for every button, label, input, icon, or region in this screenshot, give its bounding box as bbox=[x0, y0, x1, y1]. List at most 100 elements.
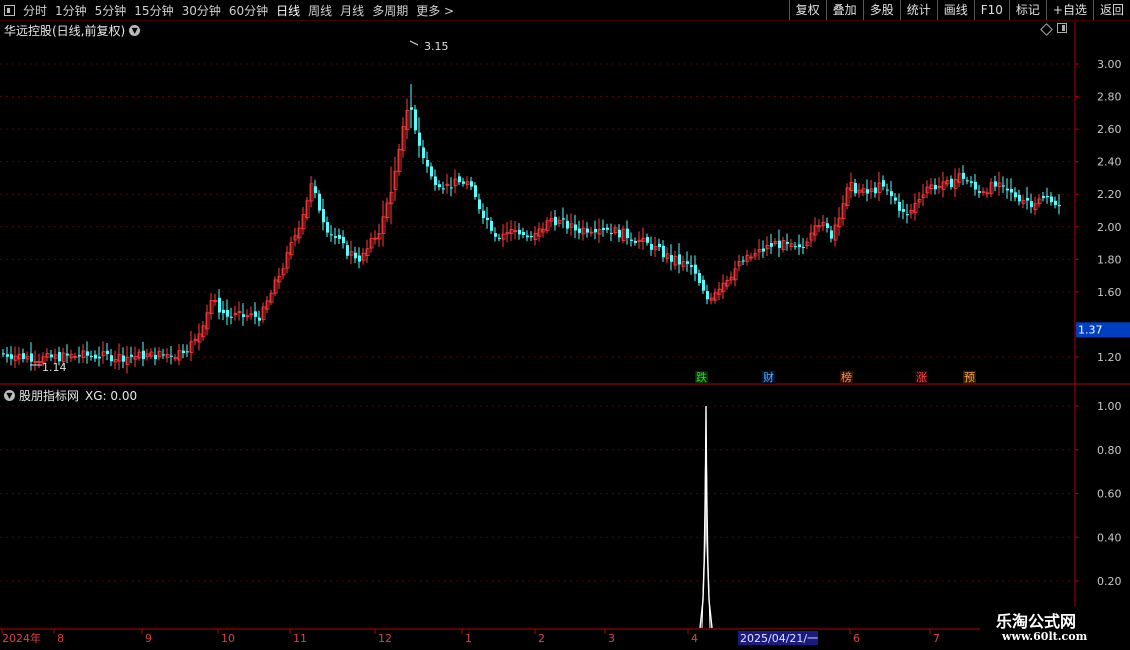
candle-body bbox=[690, 265, 693, 267]
candle-body bbox=[314, 186, 317, 194]
y-tick-label: 1.80 bbox=[1097, 253, 1122, 266]
candle-body bbox=[566, 220, 569, 229]
candle-body bbox=[866, 189, 869, 194]
candle-body bbox=[586, 228, 589, 233]
signal-marker[interactable]: 跌 bbox=[695, 371, 708, 384]
candle-body bbox=[1054, 200, 1057, 206]
candle-body bbox=[338, 234, 341, 239]
candle-body bbox=[742, 260, 745, 262]
candle-body bbox=[130, 354, 133, 357]
signal-marker[interactable]: 涨 bbox=[915, 371, 928, 384]
candle-body bbox=[610, 232, 613, 234]
candle-body bbox=[462, 181, 465, 184]
candle-body bbox=[242, 314, 245, 317]
indicator-tick-label: 0.20 bbox=[1097, 575, 1122, 588]
candle-body bbox=[606, 227, 609, 230]
candle-body bbox=[450, 187, 453, 189]
candle-body bbox=[594, 228, 597, 233]
candle-body bbox=[486, 217, 489, 220]
candle-body bbox=[422, 147, 425, 159]
candle-body bbox=[6, 354, 9, 357]
candle-body bbox=[618, 229, 621, 238]
signal-marker[interactable]: 榜 bbox=[840, 371, 853, 384]
candle-body bbox=[950, 178, 953, 188]
candle-body bbox=[530, 235, 533, 238]
candle-body bbox=[906, 214, 909, 216]
candle-body bbox=[322, 209, 325, 223]
candle-body bbox=[1042, 196, 1045, 199]
candle-body bbox=[470, 181, 473, 187]
candle-body bbox=[630, 239, 633, 241]
y-tick-label: 2.20 bbox=[1097, 188, 1122, 201]
candle-body bbox=[518, 229, 521, 235]
candle-body bbox=[698, 273, 701, 284]
candle-body bbox=[122, 355, 125, 362]
candle-body bbox=[458, 176, 461, 183]
candle-body bbox=[86, 351, 89, 356]
chevron-down-icon[interactable]: ▼ bbox=[4, 390, 15, 401]
cursor-date-label: 2025/04/21/一 bbox=[740, 632, 818, 645]
candle-body bbox=[702, 279, 705, 291]
candle-body bbox=[798, 244, 801, 248]
candle-body bbox=[554, 216, 557, 226]
candle-body bbox=[646, 236, 649, 243]
indicator-tick-label: 0.40 bbox=[1097, 531, 1122, 544]
candle-body bbox=[1058, 205, 1061, 207]
low-price-label: 1.14 bbox=[42, 361, 67, 374]
candle-body bbox=[686, 261, 689, 264]
candle-body bbox=[634, 240, 637, 243]
candle-body bbox=[254, 311, 257, 317]
watermark-title: 乐淘公式网 bbox=[996, 612, 1077, 631]
candle-body bbox=[222, 309, 225, 314]
indicator-tick-label: 0.60 bbox=[1097, 488, 1122, 501]
candle-body bbox=[802, 246, 805, 248]
y-tick-label: 2.60 bbox=[1097, 123, 1122, 136]
candle-body bbox=[30, 353, 33, 362]
candle-body bbox=[494, 233, 497, 237]
candle-body bbox=[226, 310, 229, 317]
candle-body bbox=[418, 132, 421, 146]
candle-body bbox=[902, 208, 905, 212]
kline-chart[interactable]: 3.00 2.80 2.60 2.40 2.20 2.00 1.80 1.60 1.20 1.37… bbox=[0, 0, 1130, 650]
x-tick-label: 1 bbox=[465, 632, 472, 645]
candle-body bbox=[770, 243, 773, 247]
candle-body bbox=[874, 187, 877, 194]
candle-body bbox=[678, 254, 681, 265]
x-tick-label: 12 bbox=[378, 632, 392, 645]
candle-body bbox=[474, 185, 477, 198]
indicator-tick-label: 1.00 bbox=[1097, 400, 1122, 413]
candle-body bbox=[970, 181, 973, 183]
signal-marker[interactable]: 预 bbox=[963, 371, 976, 384]
candle-body bbox=[78, 355, 81, 357]
candle-body bbox=[58, 352, 61, 362]
candle-body bbox=[966, 180, 969, 182]
x-tick-label: 10 bbox=[221, 632, 235, 645]
candle-body bbox=[934, 184, 937, 190]
candle-body bbox=[1010, 188, 1013, 193]
candle-body bbox=[658, 243, 661, 247]
candle-body bbox=[430, 166, 433, 177]
candle-body bbox=[66, 353, 69, 356]
candle-body bbox=[22, 353, 25, 359]
candle-body bbox=[854, 182, 857, 194]
candle-body bbox=[662, 245, 665, 258]
x-tick-label: 7 bbox=[933, 632, 940, 645]
indicator-value: XG: 0.00 bbox=[85, 388, 138, 403]
candle-body bbox=[1014, 192, 1017, 198]
candle-body bbox=[994, 181, 997, 187]
y-tick-label: 2.80 bbox=[1097, 91, 1122, 104]
candle-body bbox=[886, 189, 889, 191]
signal-marker[interactable]: 财 bbox=[762, 371, 775, 384]
candle-body bbox=[830, 230, 833, 239]
x-tick-label: 3 bbox=[608, 632, 615, 645]
candle-body bbox=[2, 353, 5, 355]
candle-body bbox=[186, 351, 189, 353]
candle-body bbox=[1030, 201, 1033, 208]
candle-body bbox=[94, 354, 97, 359]
candle-body bbox=[1018, 194, 1021, 202]
x-tick-label: 2 bbox=[538, 632, 545, 645]
candle-body bbox=[650, 244, 653, 250]
y-tick-label: 1.60 bbox=[1097, 286, 1122, 299]
candle-body bbox=[578, 228, 581, 233]
candle-body bbox=[562, 218, 565, 220]
